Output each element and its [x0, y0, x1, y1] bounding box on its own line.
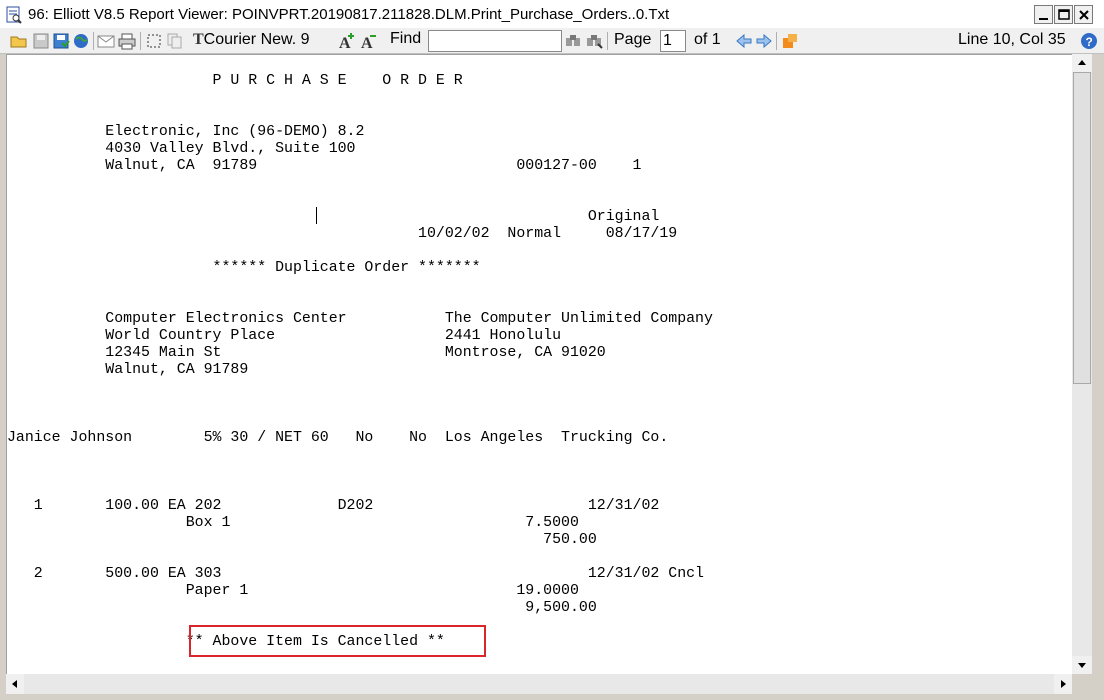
report-content[interactable]: P U R C H A S E O R D E R Electronic, In…: [6, 54, 1073, 675]
font-icon: T: [193, 31, 204, 48]
find-next-icon[interactable]: [585, 32, 603, 50]
scroll-up-arrow-icon: [1078, 60, 1086, 65]
scroll-down-arrow-icon: [1078, 663, 1086, 668]
scroll-right-button[interactable]: [1054, 674, 1072, 694]
report-line: 12345 Main St Montrose, CA 91020: [7, 345, 606, 361]
close-button[interactable]: [1074, 5, 1093, 24]
help-icon[interactable]: ?: [1080, 32, 1098, 50]
page-number-input[interactable]: 1: [660, 30, 686, 52]
previous-page-icon[interactable]: [735, 32, 753, 50]
report-line: 1 100.00 EA 202 D202 12/31/02: [7, 498, 660, 514]
decrease-font-icon[interactable]: A: [360, 32, 378, 50]
email-icon[interactable]: [97, 32, 115, 50]
report-line: 10/02/02 Normal 08/17/19: [7, 226, 678, 242]
select-icon[interactable]: [145, 32, 163, 50]
report-line: 2 500.00 EA 303 12/31/02 Cncl: [7, 566, 704, 582]
scroll-left-button[interactable]: [6, 674, 24, 694]
copy-icon[interactable]: [166, 32, 184, 50]
increase-font-icon[interactable]: A: [338, 32, 356, 50]
horizontal-scrollbar[interactable]: [6, 674, 1072, 694]
page-count-label: of 1: [694, 31, 721, 48]
save-as-icon[interactable]: [52, 32, 70, 50]
report-line: Janice Johnson 5% 30 / NET 60 No No Los …: [7, 430, 669, 446]
toolbar-separator: [93, 32, 94, 50]
svg-text:?: ?: [1086, 35, 1093, 49]
scrollbar-corner: [1072, 674, 1104, 700]
report-line: Box 1 7.5000: [7, 515, 579, 531]
cursor-position-status: Line 10, Col 35: [958, 31, 1066, 48]
next-page-icon[interactable]: [755, 32, 773, 50]
report-line: Electronic, Inc (96-DEMO) 8.2: [7, 124, 365, 140]
maximize-button[interactable]: [1054, 5, 1073, 24]
toolbar-separator: [140, 32, 141, 50]
find-previous-icon[interactable]: [564, 32, 582, 50]
report-line: Walnut, CA 91789: [7, 362, 249, 378]
report-line: Paper 1 19.0000: [7, 583, 579, 599]
toolbar-separator: [607, 32, 608, 50]
report-line: 750.00: [7, 532, 597, 548]
report-line: 4030 Valley Blvd., Suite 100: [7, 141, 356, 157]
scroll-down-button[interactable]: [1072, 656, 1092, 674]
open-folder-icon[interactable]: [10, 32, 28, 50]
minimize-button[interactable]: [1034, 5, 1053, 24]
close-icon: [1079, 10, 1089, 20]
report-line: 9,500.00: [7, 600, 597, 616]
report-line: ****** Duplicate Order *******: [7, 260, 481, 276]
save-icon[interactable]: [32, 32, 50, 50]
report-line: World Country Place 2441 Honolulu: [7, 328, 562, 344]
title-bar: 96: Elliott V8.5 Report Viewer: POINVPRT…: [0, 0, 1104, 30]
font-name: Courier New. 9: [203, 31, 310, 48]
cancelled-item-highlight: [189, 625, 486, 657]
vertical-scrollbar[interactable]: [1072, 54, 1092, 674]
print-icon[interactable]: [118, 32, 136, 50]
vertical-scroll-thumb[interactable]: [1073, 72, 1091, 384]
find-button[interactable]: Find: [388, 30, 423, 50]
minimize-icon: [1039, 18, 1048, 20]
window-title: 96: Elliott V8.5 Report Viewer: POINVPRT…: [28, 6, 670, 23]
scroll-up-button[interactable]: [1072, 54, 1092, 72]
scroll-right-arrow-icon: [1061, 680, 1066, 688]
page-label: Page: [614, 31, 652, 48]
export-icon[interactable]: [781, 32, 799, 50]
toolbar-separator: [776, 32, 777, 50]
svg-text:A: A: [361, 35, 373, 50]
maximize-icon: [1058, 9, 1070, 20]
globe-icon[interactable]: [72, 32, 90, 50]
toolbar: TCourier New. 9 A A Find Page 1 of 1 Lin…: [0, 28, 1104, 54]
report-line: P U R C H A S E O R D E R: [7, 73, 463, 89]
report-line: Computer Electronics Center The Computer…: [7, 311, 713, 327]
scroll-left-arrow-icon: [12, 680, 17, 688]
report-viewer-app-icon: [6, 6, 22, 24]
svg-text:A: A: [339, 35, 351, 50]
report-line: Original: [7, 209, 660, 225]
find-input[interactable]: [428, 30, 562, 52]
report-line: Walnut, CA 91789 000127-00 1: [7, 158, 642, 174]
font-selector[interactable]: TCourier New. 9: [193, 31, 310, 49]
